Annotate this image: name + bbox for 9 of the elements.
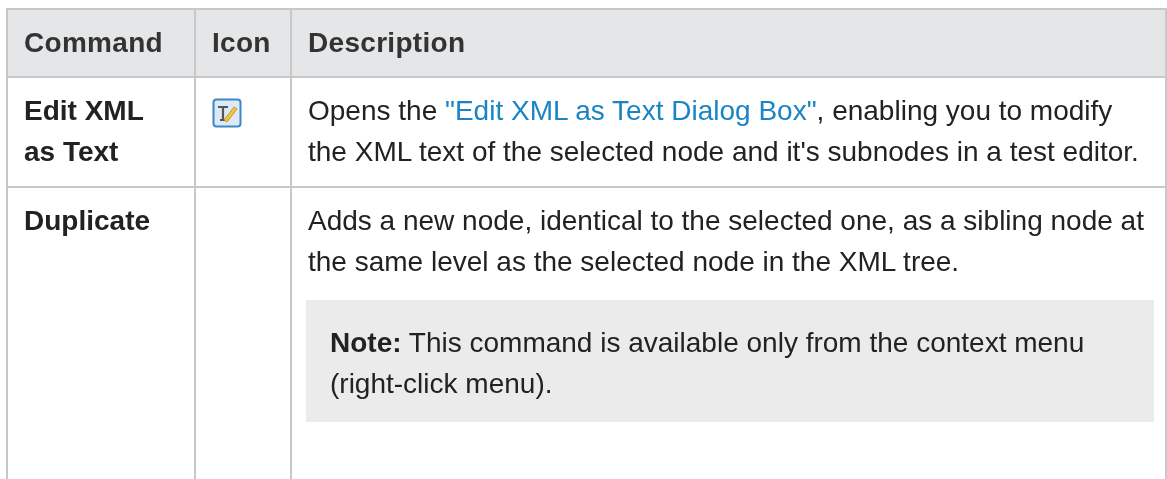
description-text: Opens the "Edit XML as Text Dialog Box", enabling you to modify the XML text of the selected node and it's subnodes in a test editor.	[308, 94, 1140, 169]
column-header: Command	[7, 9, 195, 77]
command-cell: Edit XML as Text	[7, 77, 195, 187]
dialog-link[interactable]: "Edit XML as Text Dialog Box"	[445, 95, 817, 126]
column-header: Icon	[195, 9, 291, 77]
description-text: Adds a new node, identical to the selected one, as a sibling node at the same level as the selected node in the XML tree.	[308, 204, 1145, 279]
command-cell: Duplicate	[7, 187, 195, 479]
column-header: Description	[291, 9, 1166, 77]
note-text: Note: This command is available only from the context menu (right-click menu).	[306, 300, 1154, 422]
